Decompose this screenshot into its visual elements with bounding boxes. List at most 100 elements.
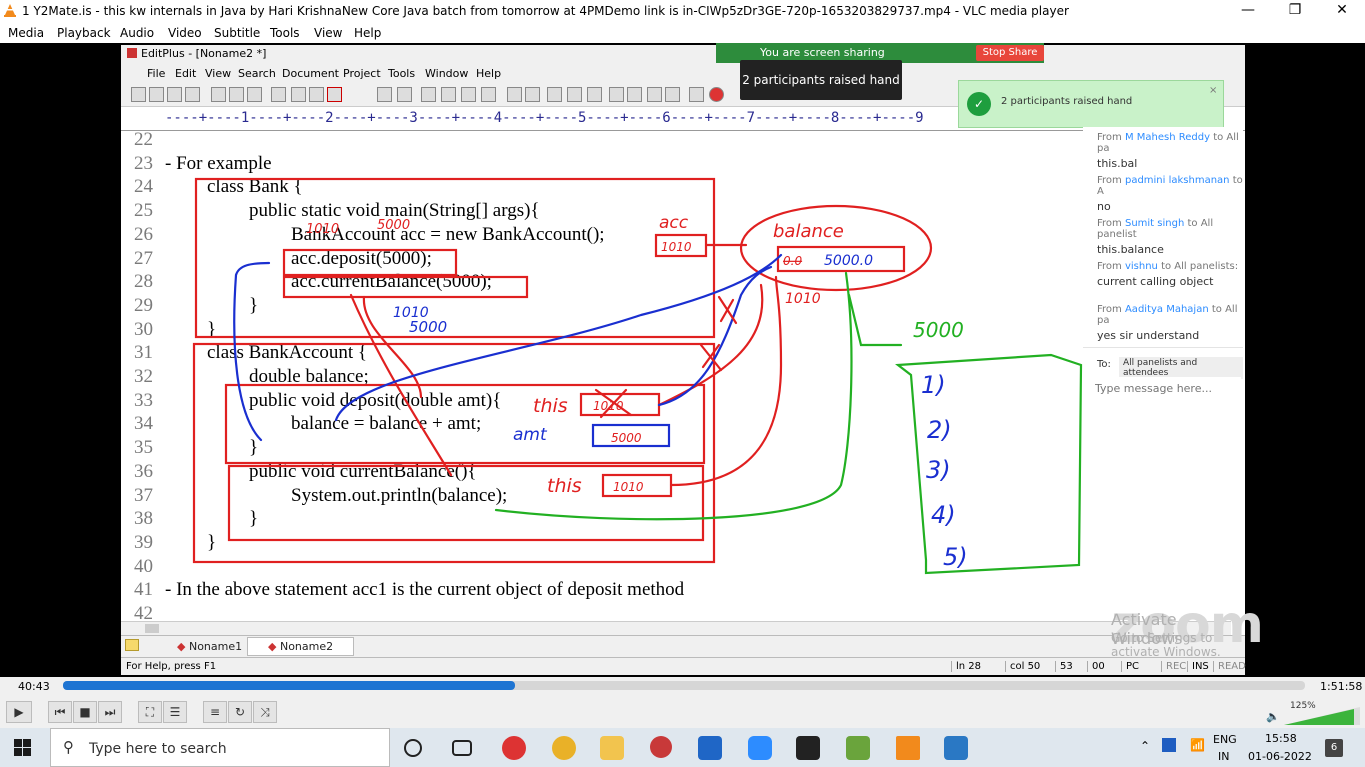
tray-expand-icon[interactable]: ⌃ (1140, 739, 1150, 753)
print-icon[interactable] (229, 87, 244, 102)
restore-button[interactable]: ❐ (1280, 2, 1310, 18)
video-area[interactable]: EditPlus - [Noname2 *] File Edit View Se… (0, 43, 1365, 677)
help-icon[interactable] (689, 87, 704, 102)
code-line: - For example (165, 152, 272, 174)
ep-menu-document[interactable]: Document (282, 67, 339, 80)
ep-menu-project[interactable]: Project (343, 67, 381, 80)
copy-icon[interactable] (291, 87, 306, 102)
menu-video[interactable]: Video (168, 26, 202, 40)
play-button[interactable]: ▶ (6, 701, 32, 723)
seek-track[interactable] (63, 681, 1305, 690)
volume-slider[interactable] (1284, 707, 1360, 725)
print-preview-icon[interactable] (211, 87, 226, 102)
file-explorer-icon[interactable] (600, 736, 624, 760)
toggle-icon[interactable] (587, 87, 602, 102)
close-notification-icon[interactable]: × (1209, 85, 1217, 96)
undo-icon[interactable] (377, 87, 392, 102)
code-editor[interactable]: 22 23 - For example 24 class Bank {25 public … (121, 129, 1231, 624)
tab-noname1[interactable]: ◆ Noname1 (167, 639, 252, 654)
volume-icon[interactable]: 🔈 (1266, 710, 1280, 723)
word-wrap-icon[interactable] (525, 87, 540, 102)
scroll-thumb[interactable] (145, 624, 159, 633)
paste-icon[interactable] (309, 87, 324, 102)
ep-menu-window[interactable]: Window (425, 67, 468, 80)
tray-app-icon[interactable] (1162, 738, 1176, 752)
previous-button[interactable]: ⏮ (48, 701, 72, 723)
tab-noname1-label: Noname1 (188, 640, 243, 653)
font-icon[interactable] (507, 87, 522, 102)
stop-button[interactable]: ■ (73, 701, 97, 723)
sticky-notes-icon[interactable] (796, 736, 820, 760)
status-ins: INS (1187, 661, 1213, 672)
cut-icon[interactable] (271, 87, 286, 102)
photos-icon[interactable] (944, 736, 968, 760)
loop-button[interactable]: ↻ (228, 701, 252, 723)
menu-view[interactable]: View (314, 26, 342, 40)
new-file-icon[interactable] (131, 87, 146, 102)
code-line: } (207, 531, 217, 553)
save-all-icon[interactable] (185, 87, 200, 102)
find-in-files-icon[interactable] (481, 87, 496, 102)
cortana-icon[interactable] (404, 739, 422, 757)
ep-menu-search[interactable]: Search (238, 67, 276, 80)
editplus-titlebar: EditPlus - [Noname2 *] (121, 45, 1245, 63)
taskbar-search-box[interactable]: ⚲ Type here to search (50, 728, 390, 767)
vlc-taskbar-icon[interactable] (896, 736, 920, 760)
spellcheck-icon[interactable] (247, 87, 262, 102)
chat-message-input[interactable] (1095, 377, 1241, 399)
minimize-button[interactable]: — (1233, 2, 1263, 18)
start-icon[interactable] (14, 739, 31, 756)
horizontal-scrollbar[interactable] (121, 621, 1231, 635)
chat-message: From Aaditya Mahajan to All pa yes sir un… (1097, 304, 1238, 342)
fullscreen-icon[interactable] (647, 87, 662, 102)
goto-icon[interactable] (461, 87, 476, 102)
playlist-button[interactable]: ≡ (203, 701, 227, 723)
ruler-icon[interactable] (547, 87, 562, 102)
ep-menu-tools[interactable]: Tools (388, 67, 415, 80)
language-label[interactable]: ENG (1213, 733, 1237, 746)
code-line: BankAccount acc = new BankAccount(); (291, 223, 605, 245)
chat-recipient-select[interactable]: All panelists and attendees (1119, 357, 1243, 379)
menu-tools[interactable]: Tools (270, 26, 300, 40)
status-num: 53 (1055, 661, 1083, 672)
app-icon-red[interactable] (502, 736, 526, 760)
ep-menu-help[interactable]: Help (476, 67, 501, 80)
replace-icon[interactable] (441, 87, 456, 102)
stop-icon[interactable] (709, 87, 724, 102)
menu-help[interactable]: Help (354, 26, 381, 40)
notification-text: 2 participants raised hand (1001, 96, 1133, 107)
next-button[interactable]: ⏭ (98, 701, 122, 723)
open-file-icon[interactable] (149, 87, 164, 102)
directory-icon[interactable] (627, 87, 642, 102)
ep-menu-view[interactable]: View (205, 67, 231, 80)
ep-menu-file[interactable]: File (147, 67, 165, 80)
close-button[interactable]: ✕ (1327, 2, 1357, 18)
store-icon[interactable] (698, 736, 722, 760)
redo-icon[interactable] (397, 87, 412, 102)
editplus-taskbar-icon[interactable] (846, 736, 870, 760)
menu-media[interactable]: Media (8, 26, 44, 40)
find-icon[interactable] (421, 87, 436, 102)
ep-menu-edit[interactable]: Edit (175, 67, 196, 80)
menu-subtitle[interactable]: Subtitle (214, 26, 260, 40)
cliptext-icon[interactable] (609, 87, 624, 102)
stop-share-button[interactable]: Stop Share (976, 45, 1044, 61)
menu-playback[interactable]: Playback (57, 26, 111, 40)
shuffle-button[interactable]: ⤨ (253, 701, 277, 723)
tab-noname2[interactable]: ◆ Noname2 (247, 637, 355, 656)
folder-icon[interactable] (125, 639, 139, 651)
clock-time[interactable]: 15:58 (1265, 732, 1297, 745)
wifi-icon[interactable]: 📶 (1190, 738, 1205, 752)
menu-audio[interactable]: Audio (120, 26, 154, 40)
snipping-tool-icon[interactable] (650, 736, 672, 758)
browser-icon[interactable] (665, 87, 680, 102)
chrome-icon[interactable] (552, 736, 576, 760)
notification-center-icon[interactable]: 6 (1325, 739, 1343, 757)
delete-icon[interactable] (327, 87, 342, 102)
extended-settings-button[interactable]: ☰ (163, 701, 187, 723)
task-view-icon[interactable] (452, 740, 472, 756)
save-icon[interactable] (167, 87, 182, 102)
line-number-icon[interactable] (567, 87, 582, 102)
zoom-icon[interactable] (748, 736, 772, 760)
fullscreen-button[interactable]: ⛶ (138, 701, 162, 723)
